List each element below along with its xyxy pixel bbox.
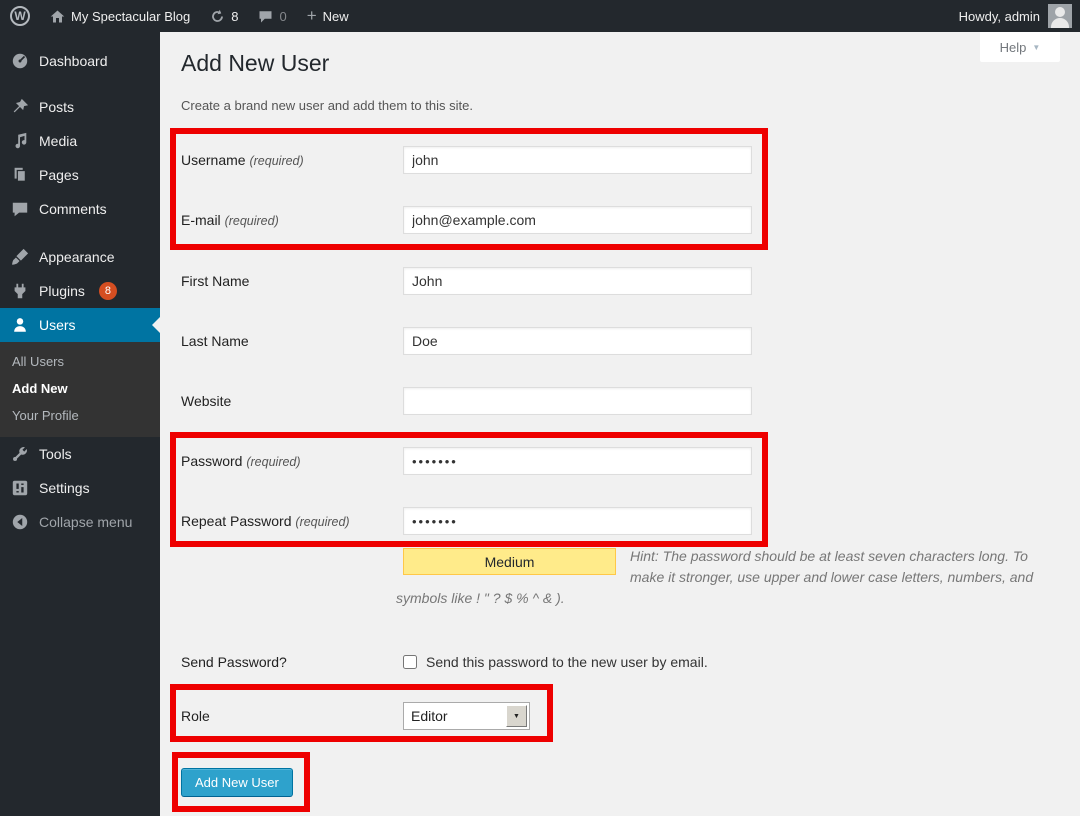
admin-bar: W My Spectacular Blog 8 0 + New Howdy, a… [0, 0, 1080, 32]
plugins-update-badge: 8 [99, 282, 117, 300]
sidebar-item-label: Posts [39, 99, 74, 115]
sidebar-item-label: Media [39, 133, 77, 149]
page-title: Add New User [181, 50, 329, 77]
form-row-website: Website [181, 387, 752, 415]
sidebar-item-users[interactable]: Users [0, 308, 160, 342]
new-label: New [323, 9, 349, 24]
toolbar-comments[interactable]: 0 [248, 0, 296, 32]
submenu-item-label: Add New [12, 381, 68, 396]
wrench-icon [10, 445, 29, 464]
sidebar-item-collapse-menu[interactable]: Collapse menu [0, 505, 160, 539]
repeat-password-input[interactable] [403, 507, 752, 535]
send-password-checkbox[interactable] [403, 655, 417, 669]
submenu-item-your-profile[interactable]: Your Profile [0, 402, 160, 429]
sidebar-item-appearance[interactable]: Appearance [0, 240, 160, 274]
sidebar-item-media[interactable]: Media [0, 124, 160, 158]
sidebar-item-pages[interactable]: Pages [0, 158, 160, 192]
email-field[interactable] [403, 206, 752, 234]
first-name-label: First Name [181, 273, 403, 289]
comment-bubble-icon [10, 200, 29, 219]
help-button[interactable]: Help ▼ [980, 32, 1060, 62]
username-input[interactable] [403, 146, 752, 174]
sidebar-item-label: Pages [39, 167, 79, 183]
role-select[interactable]: Editor ▼ [403, 702, 530, 730]
username-label: Username (required) [181, 152, 403, 168]
sidebar-item-label: Settings [39, 480, 90, 496]
avatar[interactable] [1048, 4, 1072, 28]
dashboard-icon [10, 52, 29, 71]
toolbar-updates[interactable]: 8 [200, 0, 248, 32]
website-input[interactable] [403, 387, 752, 415]
submenu-item-label: All Users [12, 354, 64, 369]
add-new-user-button[interactable]: Add New User [181, 768, 293, 797]
plug-icon [10, 282, 29, 301]
sidebar-item-label: Appearance [39, 249, 115, 265]
form-row-send-password: Send Password? Send this password to the… [181, 648, 708, 676]
update-count: 8 [231, 9, 238, 24]
password-input[interactable] [403, 447, 752, 475]
sidebar-item-label: Dashboard [39, 53, 108, 69]
comment-count: 0 [279, 9, 286, 24]
toolbar-new[interactable]: + New [297, 0, 359, 32]
updates-icon [210, 9, 225, 24]
password-strength-meter: Medium [403, 548, 616, 575]
last-name-input[interactable] [403, 327, 752, 355]
pages-icon [10, 166, 29, 185]
collapse-arrow-icon [10, 513, 29, 532]
sidebar-item-label: Plugins [39, 283, 85, 299]
first-name-input[interactable] [403, 267, 752, 295]
main-content: Help ▼ Add New User Create a brand new u… [160, 32, 1080, 816]
send-password-checkbox-label: Send this password to the new user by em… [426, 654, 708, 670]
submenu-item-all-users[interactable]: All Users [0, 348, 160, 375]
wordpress-logo-icon: W [10, 6, 30, 26]
sidebar-item-plugins[interactable]: Plugins 8 [0, 274, 160, 308]
users-submenu: All Users Add New Your Profile [0, 342, 160, 437]
role-label: Role [181, 708, 403, 724]
last-name-label: Last Name [181, 333, 403, 349]
sidebar-item-settings[interactable]: Settings [0, 471, 160, 505]
submenu-item-add-new[interactable]: Add New [0, 375, 160, 402]
website-label: Website [181, 393, 403, 409]
sidebar-item-label: Users [39, 317, 76, 333]
page-description: Create a brand new user and add them to … [181, 98, 473, 113]
admin-sidebar: Dashboard Posts Media Pages Comments App… [0, 32, 160, 816]
user-icon [10, 316, 29, 335]
sidebar-item-comments[interactable]: Comments [0, 192, 160, 226]
plus-icon: + [307, 7, 317, 24]
form-row-username: Username (required) [181, 146, 752, 174]
send-password-label: Send Password? [181, 654, 403, 670]
form-row-role: Role Editor ▼ [181, 702, 530, 730]
dropdown-arrow-icon: ▼ [506, 705, 527, 727]
repeat-password-label: Repeat Password (required) [181, 513, 403, 529]
sliders-icon [10, 479, 29, 498]
sidebar-item-label: Tools [39, 446, 72, 462]
sidebar-item-tools[interactable]: Tools [0, 437, 160, 471]
submenu-item-label: Your Profile [12, 408, 79, 423]
music-note-icon [10, 132, 29, 151]
comment-bubble-icon [258, 9, 273, 24]
site-name-label: My Spectacular Blog [71, 9, 190, 24]
wordpress-logo-menu[interactable]: W [0, 0, 40, 32]
howdy-admin-menu[interactable]: Howdy, admin [959, 9, 1040, 24]
form-row-password: Password (required) [181, 447, 752, 475]
email-label: E-mail (required) [181, 212, 403, 228]
sidebar-item-dashboard[interactable]: Dashboard [0, 44, 160, 78]
toolbar-site-name[interactable]: My Spectacular Blog [40, 0, 200, 32]
sidebar-item-posts[interactable]: Posts [0, 90, 160, 124]
password-label: Password (required) [181, 453, 403, 469]
form-row-last-name: Last Name [181, 327, 752, 355]
chevron-down-icon: ▼ [1032, 43, 1040, 52]
home-icon [50, 9, 65, 24]
form-row-email: E-mail (required) [181, 206, 752, 234]
role-select-value: Editor [404, 708, 506, 724]
sidebar-item-label: Collapse menu [39, 514, 132, 530]
form-row-first-name: First Name [181, 267, 752, 295]
form-row-repeat-password: Repeat Password (required) [181, 507, 752, 535]
sidebar-item-label: Comments [39, 201, 107, 217]
paintbrush-icon [10, 248, 29, 267]
password-strength-section: Medium Hint: The password should be at l… [396, 546, 1038, 609]
pin-icon [10, 98, 29, 117]
help-label: Help [1000, 40, 1027, 55]
